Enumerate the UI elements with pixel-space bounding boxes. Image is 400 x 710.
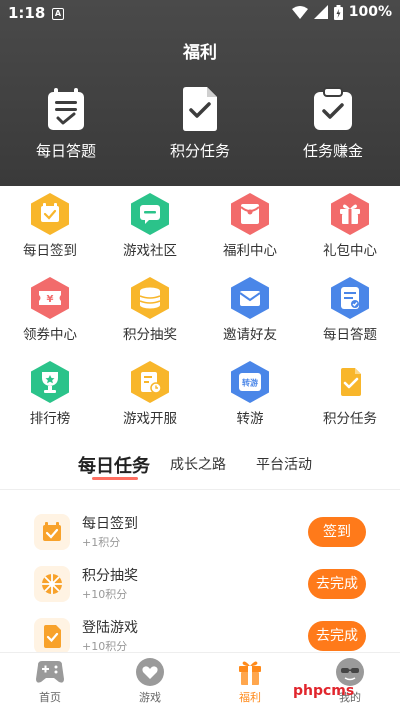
nav-welfare[interactable]: 福利 (210, 657, 290, 705)
feature-task-earn[interactable]: 任务赚金 (283, 86, 383, 161)
grid-item-label: 每日签到 (23, 243, 77, 259)
server-clock-icon (128, 360, 172, 404)
checkin-button[interactable]: 签到 (308, 517, 366, 547)
tab-daily-tasks[interactable]: 每日任务 (78, 452, 150, 478)
task-title: 每日签到 (82, 516, 138, 532)
login-game-icon (34, 618, 70, 654)
svg-text:转游: 转游 (242, 378, 258, 388)
tab-growth-path[interactable]: 成长之路 (170, 454, 226, 474)
grid-item-game-servers[interactable]: 游戏开服 (100, 360, 200, 427)
grid-item-invite-friends[interactable]: 邀请好友 (200, 276, 300, 343)
gamepad-icon (34, 657, 66, 687)
task-title: 积分抽奖 (82, 568, 138, 584)
nav-label: 游戏 (139, 691, 161, 704)
grid-item-daily-quiz[interactable]: 每日答题 (300, 276, 400, 343)
feature-daily-quiz[interactable]: 每日答题 (16, 86, 116, 161)
grid-item-daily-checkin[interactable]: 每日签到 (0, 192, 100, 259)
chat-icon (128, 192, 172, 236)
grid-item-game-community[interactable]: 游戏社区 (100, 192, 200, 259)
task-row: 积分抽奖 +10积分 去完成 (0, 564, 400, 614)
page-title: 福利 (183, 43, 217, 63)
nav-home[interactable]: 首页 (10, 657, 90, 705)
battery-icon (333, 4, 343, 20)
gift-icon (328, 192, 372, 236)
battery-percent: 100% (348, 4, 392, 20)
grid-item-coupon-center[interactable]: ¥ 领券中心 (0, 276, 100, 343)
divider (0, 489, 400, 490)
task-row: 每日签到 +1积分 签到 (0, 512, 400, 562)
red-envelope-icon (228, 192, 272, 236)
grid-item-gift-center[interactable]: 礼包中心 (300, 192, 400, 259)
gift-box-icon (234, 657, 266, 687)
tab-platform-events[interactable]: 平台活动 (256, 454, 312, 474)
nav-games[interactable]: 游戏 (110, 657, 190, 705)
complete-login-button[interactable]: 去完成 (308, 621, 366, 651)
nav-label: 首页 (39, 691, 61, 704)
invite-mail-icon (228, 276, 272, 320)
trophy-icon (28, 360, 72, 404)
grid-item-label: 领券中心 (23, 327, 77, 343)
status-time: 1:18 (8, 4, 46, 22)
feature-label: 任务赚金 (302, 142, 363, 160)
signal-icon (313, 5, 328, 19)
task-tabs: 每日任务 成长之路 平台活动 (0, 448, 400, 488)
grid-item-transfer-game[interactable]: 转游 转游 (200, 360, 300, 427)
grid-item-label: 福利中心 (223, 243, 277, 259)
grid-item-points-lottery[interactable]: 积分抽奖 (100, 276, 200, 343)
grid-item-label: 游戏开服 (123, 411, 177, 427)
feature-points-task[interactable]: 积分任务 (150, 86, 250, 161)
header: 1:18 A 100% 福利 每日答题 积分任务 任务赚金 (0, 0, 400, 186)
calendar-check-icon (34, 514, 70, 550)
feature-label: 每日答题 (35, 142, 96, 160)
grid-item-label: 礼包中心 (323, 243, 377, 259)
nav-label: 福利 (239, 691, 261, 704)
grid-item-label: 每日答题 (323, 327, 377, 343)
grid-item-points-task[interactable]: 积分任务 (300, 360, 400, 427)
quiz-icon (328, 276, 372, 320)
status-indicators: 100% (291, 4, 392, 20)
coupon-icon: ¥ (28, 276, 72, 320)
heart-game-icon (134, 657, 166, 687)
grid-item-label: 游戏社区 (123, 243, 177, 259)
grid-item-label: 积分抽奖 (123, 327, 177, 343)
grid-item-label: 积分任务 (323, 411, 377, 427)
grid-item-leaderboard[interactable]: 排行榜 (0, 360, 100, 427)
notification-a-icon: A (52, 8, 64, 20)
grid-item-label: 邀请好友 (223, 327, 277, 343)
complete-lottery-button[interactable]: 去完成 (308, 569, 366, 599)
wheel-icon (34, 566, 70, 602)
task-reward: +1积分 (82, 536, 121, 549)
grid-item-welfare-center[interactable]: 福利中心 (200, 192, 300, 259)
coin-stack-icon (128, 276, 172, 320)
status-bar: 1:18 A 100% (0, 0, 400, 28)
transfer-game-icon: 转游 (228, 360, 272, 404)
svg-text:¥: ¥ (47, 294, 54, 305)
calendar-check-icon (28, 192, 72, 236)
points-task-icon (328, 360, 372, 404)
active-tab-indicator (92, 477, 138, 480)
task-title: 登陆游戏 (82, 620, 138, 636)
wifi-icon (291, 5, 308, 19)
watermark: phpcms (293, 683, 355, 699)
feature-label: 积分任务 (169, 142, 230, 160)
task-earn-icon (311, 86, 355, 132)
task-reward: +10积分 (82, 588, 128, 601)
grid-item-label: 排行榜 (29, 411, 71, 427)
points-task-icon (178, 86, 222, 132)
bottom-nav: 首页 游戏 福利 我的 (0, 652, 400, 710)
grid-item-label: 转游 (236, 411, 264, 427)
daily-quiz-icon (44, 86, 88, 132)
